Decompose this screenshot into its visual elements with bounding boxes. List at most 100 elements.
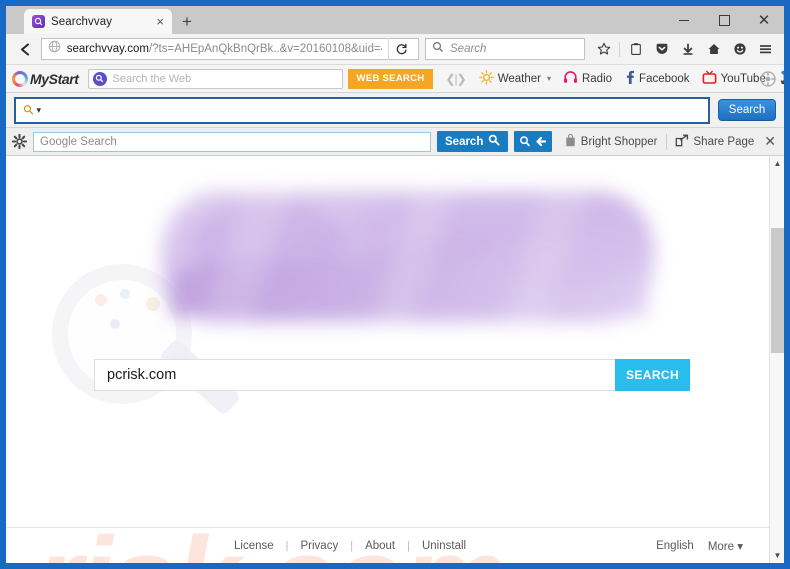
chevron-down-icon[interactable]: ▾ (547, 74, 551, 83)
footer-language[interactable]: English (656, 540, 694, 552)
footer-link-license[interactable]: License (222, 540, 286, 552)
mystart-search-input[interactable]: Search the Web (87, 68, 343, 89)
share-icon (675, 134, 689, 150)
star-icon[interactable] (591, 37, 616, 62)
url-bar[interactable]: searchvvay.com/?ts=AHEpAnQkBnQrBk..&v=20… (40, 38, 419, 60)
sun-icon (479, 69, 494, 88)
share-page-label: Share Page (693, 135, 755, 148)
bright-shopper-button[interactable]: Bright Shopper (565, 133, 658, 150)
tab-strip: Searchvvay × + ✕ (6, 6, 784, 34)
secondary-search-input[interactable]: ⚲ ▾ (14, 96, 710, 124)
close-button[interactable]: ✕ (744, 6, 784, 34)
pocket-icon[interactable] (649, 37, 674, 62)
search-icon (488, 134, 500, 149)
footer-links: License | Privacy | About | Uninstall (222, 540, 478, 552)
browser-tab-searchvvay[interactable]: Searchvvay × (24, 9, 172, 34)
google-search-button-label: Search (445, 135, 484, 148)
web-search-button[interactable]: WEB SEARCH (347, 68, 434, 89)
mystart-link-label: YouTube (720, 72, 766, 85)
mystart-link-label: Weather (497, 72, 541, 85)
close-toolbar-icon[interactable]: ✕ (762, 133, 776, 150)
globe-icon (48, 40, 61, 58)
browser-search-field[interactable]: Search (425, 38, 585, 60)
search-back-button[interactable] (514, 131, 553, 152)
browser-search-placeholder: Search (450, 43, 487, 55)
footer-link-privacy[interactable]: Privacy (289, 540, 351, 552)
secondary-search-toolbar: ⚲ ▾ Search (6, 93, 784, 128)
url-path: /?ts=AHEpAnQkBnQrBk..&v=20160108&uid=43A… (148, 43, 382, 55)
page-search-button[interactable]: SEARCH (615, 359, 690, 391)
page-content-area: risk.com (6, 156, 784, 563)
footer-link-about[interactable]: About (353, 540, 407, 552)
google-search-button[interactable]: Search (437, 131, 509, 152)
mystart-link-games[interactable]: Games (775, 70, 784, 88)
toolbar-divider (619, 41, 620, 57)
mystart-link-youtube[interactable]: YouTube (699, 70, 769, 87)
page-search-value: pcrisk.com (107, 367, 177, 383)
search-icon (432, 40, 444, 58)
mystart-divider: ❮|❯ (445, 71, 466, 86)
maximize-button[interactable] (704, 6, 744, 34)
navigation-toolbar: searchvvay.com/?ts=AHEpAnQkBnQrBk..&v=20… (6, 34, 784, 65)
new-tab-button[interactable]: + (182, 13, 192, 30)
menu-icon[interactable] (753, 37, 778, 62)
bright-shopper-actions: Bright Shopper Share Page ✕ (565, 133, 778, 150)
scroll-up-arrow-icon[interactable]: ▲ (770, 156, 784, 171)
scrollbar-thumb[interactable] (771, 228, 784, 353)
mystart-link-facebook[interactable]: Facebook (621, 70, 693, 87)
headphones-icon (563, 70, 578, 87)
reader-icon[interactable] (623, 37, 648, 62)
bright-shopper-toolbar: Google Search Search Bright Shopper Shar… (6, 128, 784, 156)
page-search-input[interactable]: pcrisk.com (94, 359, 615, 391)
share-page-button[interactable]: Share Page (675, 134, 755, 150)
tab-favicon-icon (32, 15, 45, 28)
reload-button[interactable] (388, 38, 414, 60)
google-search-placeholder: Google Search (40, 135, 117, 148)
mystart-link-radio[interactable]: Radio (560, 70, 615, 87)
scroll-down-arrow-icon[interactable]: ▼ (770, 548, 784, 563)
youtube-icon (702, 70, 717, 87)
watermark-dots (95, 289, 160, 329)
page-scrollbar[interactable]: ▲ ▼ (769, 156, 784, 563)
mystart-toolbar: MyStart Search the Web WEB SEARCH ❮|❯ We… (6, 65, 784, 93)
joystick-icon (778, 70, 784, 88)
page-footer: License | Privacy | About | Uninstall En… (6, 527, 769, 563)
mystart-search-placeholder: Search the Web (112, 72, 192, 85)
mystart-link-weather[interactable]: Weather ▾ (476, 69, 554, 88)
footer-right: English More ▾ (656, 539, 743, 553)
minimize-button[interactable] (664, 6, 704, 34)
dropdown-caret-icon[interactable]: ▾ (37, 105, 42, 116)
mystart-dial-icon (12, 70, 28, 87)
search-icon: ⚲ (19, 100, 38, 119)
footer-more[interactable]: More ▾ (708, 539, 743, 553)
mystart-search-icon (92, 71, 107, 86)
bright-shopper-label: Bright Shopper (580, 135, 658, 148)
tab-title: Searchvvay (51, 15, 113, 28)
mystart-settings-icon[interactable] (760, 70, 776, 87)
home-icon[interactable] (701, 37, 726, 62)
back-button[interactable] (14, 37, 37, 62)
url-domain: searchvvay.com (66, 43, 149, 55)
download-icon[interactable] (675, 37, 700, 62)
smiley-icon[interactable] (727, 37, 752, 62)
secondary-search-button[interactable]: Search (718, 99, 776, 121)
page-search-row: pcrisk.com SEARCH (94, 359, 690, 391)
toolbar-divider (665, 133, 667, 150)
tab-close-icon[interactable]: × (154, 15, 166, 28)
shopping-bag-icon (565, 133, 576, 150)
footer-link-uninstall[interactable]: Uninstall (410, 540, 478, 552)
gear-icon[interactable] (11, 133, 28, 150)
browser-window: Searchvvay × + ✕ searchvvay.com/?ts=AHEp… (6, 6, 784, 563)
mystart-link-label: Radio (581, 72, 613, 85)
mystart-brand-label: MyStart (30, 70, 79, 87)
google-search-input[interactable]: Google Search (33, 131, 431, 152)
mystart-logo[interactable]: MyStart (12, 70, 82, 87)
searchvvay-logo (162, 181, 654, 336)
browser-toolbar-icons (591, 37, 778, 62)
browser-window-frame: Searchvvay × + ✕ searchvvay.com/?ts=AHEp… (0, 0, 790, 569)
mystart-link-label: Facebook (639, 72, 690, 85)
facebook-icon (624, 70, 635, 87)
window-controls: ✕ (664, 6, 784, 34)
searchvvay-page: risk.com (6, 156, 769, 563)
url-text: searchvvay.com/?ts=AHEpAnQkBnQrBk..&v=20… (67, 43, 382, 55)
